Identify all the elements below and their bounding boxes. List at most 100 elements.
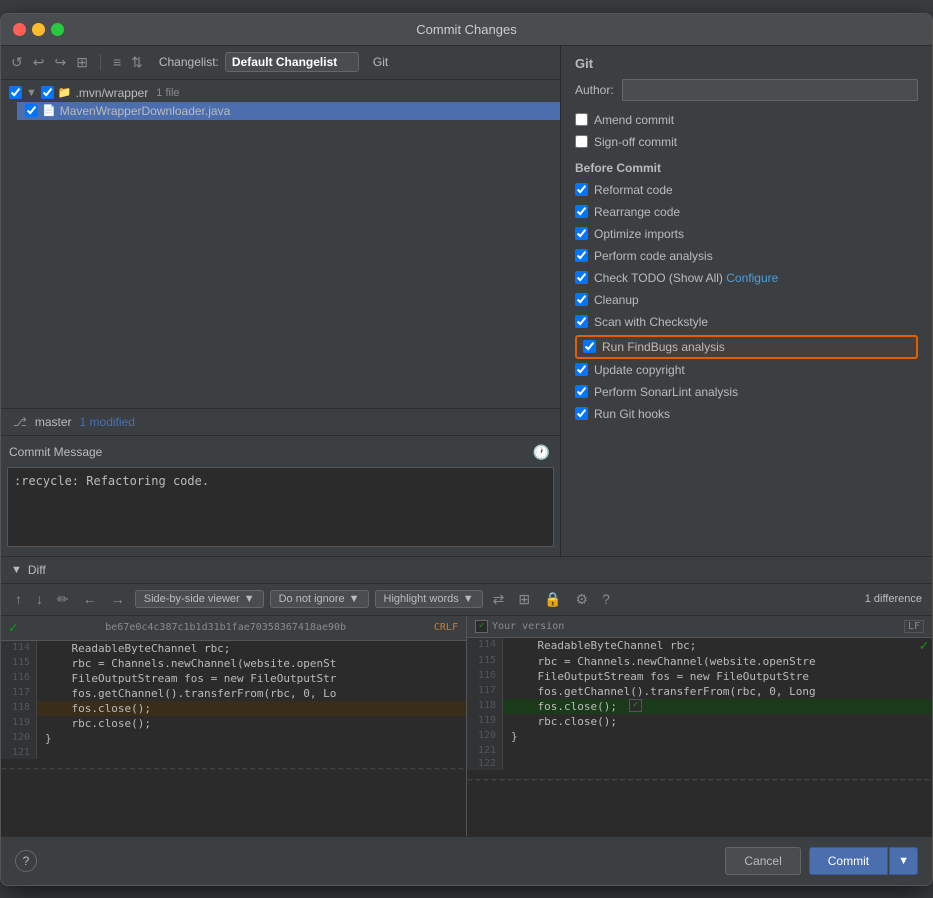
file-toolbar: ↺ ↩ ↪ ⊞ ≡ ⇅ Changelist: Default Changeli… xyxy=(1,46,560,80)
side-by-side-label: Side-by-side viewer xyxy=(144,593,240,605)
copyright-checkbox[interactable] xyxy=(575,363,588,376)
diff-up-button[interactable]: ↑ xyxy=(11,589,26,609)
folder-name: .mvn/wrapper xyxy=(76,86,149,100)
expand-icon[interactable]: ▼ xyxy=(26,87,37,99)
diff-next-button[interactable]: → xyxy=(107,589,129,609)
main-content: ↺ ↩ ↪ ⊞ ≡ ⇅ Changelist: Default Changeli… xyxy=(1,46,932,556)
commit-button[interactable]: Commit xyxy=(809,847,888,875)
cancel-button[interactable]: Cancel xyxy=(725,847,800,875)
git-label: Git xyxy=(373,55,388,69)
folder-checkbox[interactable] xyxy=(41,86,54,99)
clock-icon[interactable]: 🕐 xyxy=(531,442,552,463)
cleanup-checkbox[interactable] xyxy=(575,293,588,306)
author-input[interactable] xyxy=(622,79,918,101)
file-checkbox[interactable] xyxy=(25,104,38,117)
diff-down-button[interactable]: ↓ xyxy=(32,589,47,609)
diff-prev-button[interactable]: ← xyxy=(79,589,101,609)
bottom-bar: ? Cancel Commit ▼ xyxy=(1,836,932,885)
help-icon: ? xyxy=(23,854,30,868)
your-version-checker: ✓ Your version xyxy=(475,620,564,633)
diff-right-panel: ✓ Your version LF 114 ReadableByteChanne… xyxy=(467,616,932,836)
highlight-chevron-icon: ▼ xyxy=(463,593,474,605)
sonarlint-checkbox[interactable] xyxy=(575,385,588,398)
optimize-label: Optimize imports xyxy=(594,227,684,241)
line-118-checkbox[interactable]: ✓ xyxy=(629,699,642,712)
rearrange-label: Rearrange code xyxy=(594,205,680,219)
title-bar: Commit Changes xyxy=(1,14,932,46)
group-icon[interactable]: ⊞ xyxy=(74,52,90,73)
diff-line-modified: 118 fos.close(); xyxy=(1,701,466,716)
diff-view: ✓ be67e0c4c387c1b1d31b1fae70358367418ae9… xyxy=(1,616,932,836)
reformat-row: Reformat code xyxy=(575,181,918,199)
diff-line: 120 } xyxy=(1,731,466,746)
before-commit-title: Before Commit xyxy=(575,161,918,175)
diff-line: 117 fos.getChannel().transferFrom(rbc, 0… xyxy=(1,686,466,701)
reformat-label: Reformat code xyxy=(594,183,673,197)
branch-name: master xyxy=(35,415,72,429)
amend-commit-checkbox[interactable] xyxy=(575,113,588,126)
checkstyle-checkbox[interactable] xyxy=(575,315,588,328)
findbugs-row: Run FindBugs analysis xyxy=(575,335,918,359)
highlight-label: Highlight words xyxy=(384,593,459,605)
tree-row-file[interactable]: 📄 MavenWrapperDownloader.java xyxy=(17,102,560,120)
diff-line: 114 ReadableByteChannel rbc; ✓ xyxy=(467,638,932,654)
diff-toolbar: ↑ ↓ ✏ ← → Side-by-side viewer ▼ Do not i… xyxy=(1,584,932,616)
refresh-icon[interactable]: ↺ xyxy=(9,52,25,73)
optimize-checkbox[interactable] xyxy=(575,227,588,240)
diff-line: 116 FileOutputStream fos = new FileOutpu… xyxy=(1,671,466,686)
redo-icon[interactable]: ↪ xyxy=(52,52,68,73)
commit-message-section: Commit Message 🕐 :recycle: Refactoring c… xyxy=(1,435,560,556)
rearrange-checkbox[interactable] xyxy=(575,205,588,218)
diff-options-2[interactable]: ⊞ xyxy=(514,589,534,610)
changelist-label: Changelist: xyxy=(159,55,219,69)
commit-message-header: Commit Message 🕐 xyxy=(7,442,554,463)
sign-off-checkbox[interactable] xyxy=(575,135,588,148)
findbugs-checkbox[interactable] xyxy=(583,340,596,353)
sort-icon[interactable]: ⇅ xyxy=(129,52,145,73)
diff-title: Diff xyxy=(28,563,46,577)
right-panel: Git Author: Amend commit Sign-off commit… xyxy=(561,46,932,556)
diff-options-1[interactable]: ⇄ xyxy=(489,589,509,610)
commit-dropdown-button[interactable]: ▼ xyxy=(889,847,918,875)
diff-edit-button[interactable]: ✏ xyxy=(53,589,73,610)
help-button[interactable]: ? xyxy=(15,850,37,872)
diff-toggle[interactable]: ▼ xyxy=(11,564,22,576)
side-by-side-button[interactable]: Side-by-side viewer ▼ xyxy=(135,590,264,608)
amend-commit-label: Amend commit xyxy=(594,113,674,127)
copyright-label: Update copyright xyxy=(594,363,685,377)
modified-count[interactable]: 1 modified xyxy=(80,415,135,429)
window-title: Commit Changes xyxy=(416,22,516,37)
undo-icon[interactable]: ↩ xyxy=(31,52,47,73)
minimize-button[interactable] xyxy=(32,23,45,36)
ignore-label: Do not ignore xyxy=(279,593,345,605)
configure-link[interactable]: Configure xyxy=(726,271,778,285)
java-file-icon: 📄 xyxy=(42,104,56,117)
ignore-button[interactable]: Do not ignore ▼ xyxy=(270,590,369,608)
diff-line: 122 xyxy=(467,757,932,770)
git-hooks-label: Run Git hooks xyxy=(594,407,670,421)
check-todo-label: Check TODO (Show All) Configure xyxy=(594,271,778,285)
code-analysis-checkbox[interactable] xyxy=(575,249,588,262)
diff-settings-icon[interactable]: ⚙ xyxy=(572,589,593,610)
diff-lock-icon[interactable]: 🔒 xyxy=(540,589,565,610)
diff-section: ▼ Diff ↑ ↓ ✏ ← → Side-by-side viewer ▼ D… xyxy=(1,556,932,836)
sonarlint-row: Perform SonarLint analysis xyxy=(575,383,918,401)
highlight-button[interactable]: Highlight words ▼ xyxy=(375,590,483,608)
code-analysis-row: Perform code analysis xyxy=(575,247,918,265)
cleanup-label: Cleanup xyxy=(594,293,639,307)
list-icon[interactable]: ≡ xyxy=(111,52,123,72)
git-hooks-checkbox[interactable] xyxy=(575,407,588,420)
reformat-checkbox[interactable] xyxy=(575,183,588,196)
left-panel: ↺ ↩ ↪ ⊞ ≡ ⇅ Changelist: Default Changeli… xyxy=(1,46,561,556)
maximize-button[interactable] xyxy=(51,23,64,36)
root-checkbox[interactable] xyxy=(9,86,22,99)
status-bar: ⎇ master 1 modified xyxy=(1,408,560,435)
findbugs-label: Run FindBugs analysis xyxy=(602,340,725,354)
diff-help-icon[interactable]: ? xyxy=(598,589,614,609)
your-version-checkbox[interactable]: ✓ xyxy=(475,620,488,633)
check-todo-checkbox[interactable] xyxy=(575,271,588,284)
amend-commit-row: Amend commit xyxy=(575,111,918,129)
close-button[interactable] xyxy=(13,23,26,36)
commit-message-input[interactable]: :recycle: Refactoring code. xyxy=(7,467,554,547)
changelist-select[interactable]: Default Changelist xyxy=(225,52,359,72)
